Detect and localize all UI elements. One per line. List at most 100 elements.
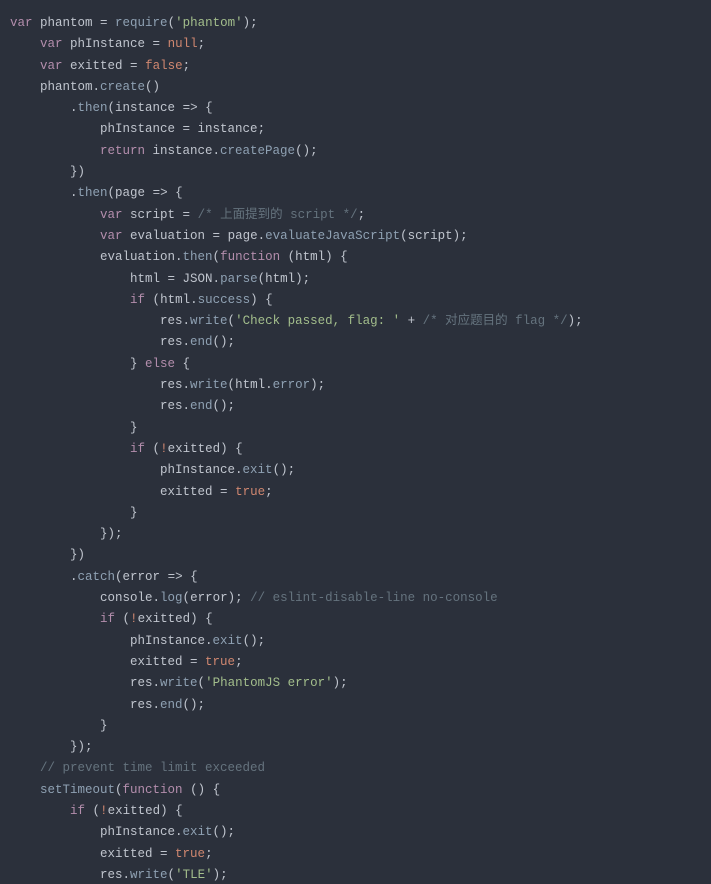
token-op: { xyxy=(183,570,198,584)
token-id xyxy=(10,293,130,307)
token-op: }); xyxy=(10,740,93,754)
token-op: ; xyxy=(265,485,273,499)
token-id xyxy=(10,229,100,243)
token-op: = xyxy=(190,655,205,669)
token-op: (); xyxy=(273,463,296,477)
token-op: } xyxy=(10,357,145,371)
token-op: = xyxy=(130,59,145,73)
token-op: = xyxy=(168,272,183,286)
token-prop: catch xyxy=(78,570,116,584)
token-op: = xyxy=(220,485,235,499)
token-id: html xyxy=(265,272,295,286)
token-num: false xyxy=(145,59,183,73)
token-kw: if xyxy=(100,612,115,626)
token-kw: function xyxy=(220,250,280,264)
token-id: JSON. xyxy=(183,272,221,286)
token-kw: var xyxy=(100,208,123,222)
token-prop: setTimeout xyxy=(40,783,115,797)
code-content: var phantom = require('phantom'); var ph… xyxy=(10,16,583,884)
token-id: error xyxy=(190,591,228,605)
token-prop: error xyxy=(273,378,311,392)
token-id: exitted xyxy=(138,612,191,626)
token-id: evaluation xyxy=(123,229,213,243)
token-id: res. xyxy=(10,335,190,349)
token-op: ) { xyxy=(325,250,348,264)
token-op: ( xyxy=(115,783,123,797)
token-op: { xyxy=(168,186,183,200)
token-cmt: /* 上面提到的 script */ xyxy=(198,208,358,222)
token-kw: if xyxy=(130,442,145,456)
token-id: exitted xyxy=(10,655,190,669)
token-id: error xyxy=(123,570,168,584)
token-num: null xyxy=(168,37,198,51)
token-op: ; xyxy=(235,655,243,669)
token-id xyxy=(10,783,40,797)
token-op: ); xyxy=(228,591,251,605)
token-id: res. xyxy=(10,868,130,882)
token-op: ( xyxy=(168,868,176,882)
token-op: () { xyxy=(183,783,221,797)
token-str: 'PhantomJS error' xyxy=(205,676,333,690)
token-id: html. xyxy=(235,378,273,392)
token-op: (); xyxy=(213,335,236,349)
token-op: ( xyxy=(108,101,116,115)
token-cmt: // eslint-disable-line no-console xyxy=(250,591,498,605)
token-prop: success xyxy=(198,293,251,307)
token-prop: write xyxy=(190,378,228,392)
token-id: exitted xyxy=(10,485,220,499)
token-kw: function xyxy=(123,783,183,797)
token-op: ); xyxy=(568,314,583,328)
token-op: }) xyxy=(10,165,85,179)
token-id: page. xyxy=(228,229,266,243)
token-id: . xyxy=(10,570,78,584)
token-op: } xyxy=(10,421,138,435)
token-id: res. xyxy=(10,676,160,690)
token-op: ) { xyxy=(220,442,243,456)
token-op: ); xyxy=(310,378,325,392)
token-op: ( xyxy=(228,314,236,328)
token-op: ) { xyxy=(190,612,213,626)
token-id xyxy=(10,144,100,158)
token-op: ( xyxy=(145,442,160,456)
token-id: phantom xyxy=(33,16,101,30)
token-op: ( xyxy=(85,804,100,818)
token-op: ); xyxy=(453,229,468,243)
token-id: phInstance. xyxy=(10,634,213,648)
token-op: ); xyxy=(213,868,228,882)
token-op: ( xyxy=(213,250,221,264)
token-str: 'phantom' xyxy=(175,16,243,30)
token-cmt: // prevent time limit exceeded xyxy=(40,761,265,775)
token-id: exitted xyxy=(168,442,221,456)
token-op: (); xyxy=(295,144,318,158)
token-str: 'TLE' xyxy=(175,868,213,882)
token-id xyxy=(10,208,100,222)
token-op: }); xyxy=(10,527,123,541)
token-op: () xyxy=(145,80,160,94)
token-id: res. xyxy=(10,698,160,712)
token-num: true xyxy=(205,655,235,669)
token-id: script xyxy=(123,208,183,222)
token-op: ( xyxy=(198,676,206,690)
token-op: = xyxy=(153,37,168,51)
token-op: ; xyxy=(205,847,213,861)
token-bang: ! xyxy=(130,612,138,626)
code-block: var phantom = require('phantom'); var ph… xyxy=(0,0,711,884)
token-id: instance xyxy=(115,101,183,115)
token-id: . xyxy=(10,186,78,200)
token-prop: end xyxy=(190,335,213,349)
token-id: instance. xyxy=(145,144,220,158)
token-op: ); xyxy=(333,676,348,690)
token-op: ; xyxy=(183,59,191,73)
token-id: page xyxy=(115,186,153,200)
token-op: ; xyxy=(258,122,266,136)
token-op: ); xyxy=(243,16,258,30)
token-id xyxy=(10,37,40,51)
token-id: phInstance. xyxy=(10,825,183,839)
token-id: phantom. xyxy=(10,80,100,94)
token-op: + xyxy=(408,314,423,328)
token-op: } xyxy=(10,506,138,520)
token-num: true xyxy=(235,485,265,499)
token-op: => xyxy=(183,101,198,115)
token-id: res. xyxy=(10,378,190,392)
token-id: instance xyxy=(190,122,258,136)
